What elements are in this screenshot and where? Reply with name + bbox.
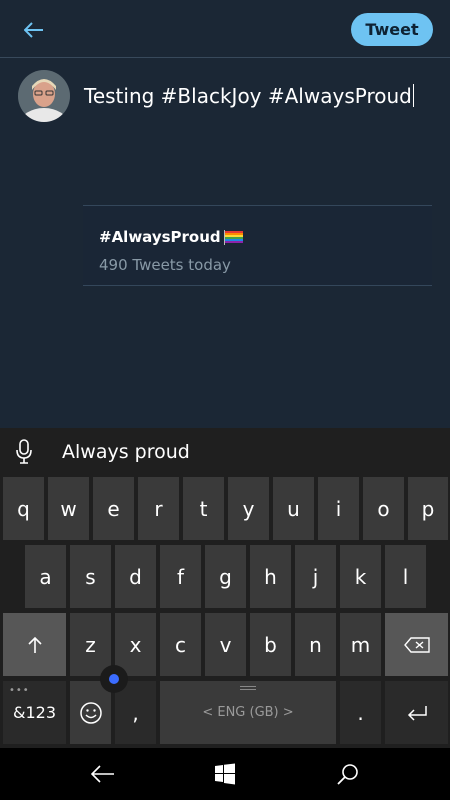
space-handle — [240, 686, 256, 690]
suggestion-count: 490 Tweets today — [99, 256, 231, 274]
backspace-icon — [403, 636, 430, 653]
text-caret — [412, 84, 414, 107]
key-v[interactable]: v — [205, 613, 246, 676]
suggestion-hashtag: #AlwaysProud — [99, 228, 244, 246]
windows-logo-icon — [215, 763, 235, 785]
numbers-key[interactable]: ••• &123 — [3, 681, 66, 744]
key-o[interactable]: o — [363, 477, 404, 540]
space-key[interactable]: < ENG (GB) > — [160, 681, 336, 744]
enter-icon — [407, 705, 427, 721]
key-w[interactable]: w — [48, 477, 89, 540]
shift-key[interactable] — [3, 613, 66, 676]
key-t[interactable]: t — [183, 477, 224, 540]
key-d[interactable]: d — [115, 545, 156, 608]
user-photo — [18, 70, 70, 122]
key-s[interactable]: s — [70, 545, 111, 608]
key-l[interactable]: l — [385, 545, 426, 608]
search-icon — [337, 764, 358, 785]
key-g[interactable]: g — [205, 545, 246, 608]
cursor-control-dot[interactable] — [100, 665, 128, 693]
rainbow-flag-icon — [223, 230, 243, 245]
shift-arrow-icon — [27, 636, 42, 653]
key-a[interactable]: a — [25, 545, 66, 608]
avatar[interactable] — [18, 70, 70, 122]
numbers-key-label: &123 — [12, 703, 56, 722]
backspace-key[interactable] — [385, 613, 448, 676]
nav-back-button[interactable] — [88, 760, 118, 788]
key-u[interactable]: u — [273, 477, 314, 540]
key-f[interactable]: f — [160, 545, 201, 608]
key-p[interactable]: p — [408, 477, 448, 540]
key-h[interactable]: h — [250, 545, 291, 608]
tweet-button[interactable]: Tweet — [351, 13, 433, 46]
enter-key[interactable] — [385, 681, 448, 744]
compose-header: Tweet — [0, 0, 450, 58]
key-y[interactable]: y — [228, 477, 269, 540]
tweet-text: Testing #BlackJoy #AlwaysProud — [84, 84, 412, 108]
key-i[interactable]: i — [318, 477, 359, 540]
word-prediction[interactable]: Always proud — [62, 441, 190, 463]
arrow-left-icon — [24, 22, 43, 38]
nav-back-icon — [91, 765, 114, 783]
key-c[interactable]: c — [160, 613, 201, 676]
nav-search-button[interactable] — [333, 760, 363, 788]
period-key[interactable]: . — [340, 681, 381, 744]
system-nav-bar — [0, 748, 450, 800]
nav-home-button[interactable] — [210, 760, 240, 788]
suggestion-hashtag-text: #AlwaysProud — [99, 228, 221, 246]
key-b[interactable]: b — [250, 613, 291, 676]
language-label: < ENG (GB) > — [202, 705, 294, 720]
emoji-key[interactable] — [70, 681, 111, 744]
microphone-icon[interactable] — [14, 439, 34, 465]
key-e[interactable]: e — [93, 477, 134, 540]
smiley-icon — [79, 701, 102, 724]
key-m[interactable]: m — [340, 613, 381, 676]
tweet-text-input[interactable]: Testing #BlackJoy #AlwaysProud — [84, 84, 414, 108]
key-j[interactable]: j — [295, 545, 336, 608]
on-screen-keyboard: Always proud q w e r t y u i o p a s d f… — [0, 428, 450, 748]
prediction-bar: Always proud — [0, 428, 450, 474]
hashtag-suggestion[interactable]: #AlwaysProud 490 Tweets today — [83, 205, 432, 286]
key-z[interactable]: z — [70, 613, 111, 676]
key-q[interactable]: q — [3, 477, 44, 540]
more-dots: ••• — [9, 685, 30, 696]
key-n[interactable]: n — [295, 613, 336, 676]
back-button[interactable] — [18, 14, 50, 46]
key-k[interactable]: k — [340, 545, 381, 608]
key-r[interactable]: r — [138, 477, 179, 540]
